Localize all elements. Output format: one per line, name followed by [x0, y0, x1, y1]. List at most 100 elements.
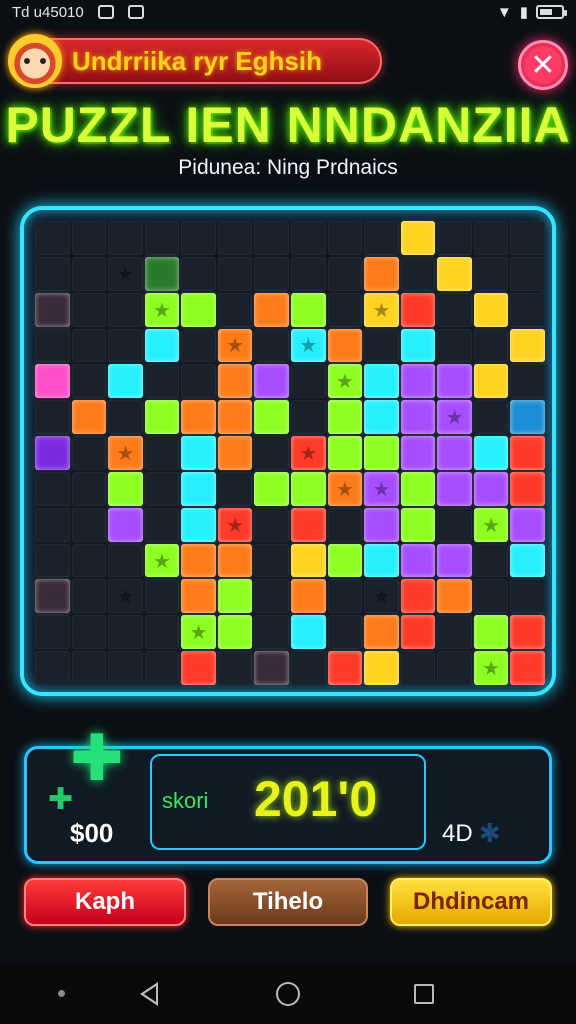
empty-cell[interactable]	[35, 507, 70, 542]
puzzle-tile[interactable]	[254, 364, 289, 399]
empty-cell[interactable]	[473, 579, 509, 614]
puzzle-tile[interactable]	[291, 543, 326, 578]
puzzle-tile[interactable]	[437, 364, 472, 399]
puzzle-tile[interactable]	[364, 615, 399, 650]
puzzle-tile[interactable]	[400, 507, 436, 542]
empty-cell[interactable]	[144, 507, 180, 542]
empty-cell[interactable]	[254, 615, 289, 650]
puzzle-tile[interactable]: ★	[144, 292, 180, 327]
puzzle-tile[interactable]	[473, 292, 509, 327]
empty-cell[interactable]	[327, 615, 363, 650]
empty-cell[interactable]	[254, 256, 289, 291]
empty-cell[interactable]: ★	[108, 579, 143, 614]
empty-cell[interactable]	[71, 436, 107, 470]
puzzle-tile[interactable]: ★	[364, 471, 399, 506]
empty-cell[interactable]	[437, 507, 472, 542]
empty-cell[interactable]	[400, 651, 436, 685]
empty-cell[interactable]	[437, 328, 472, 363]
puzzle-tile[interactable]	[437, 436, 472, 470]
empty-cell[interactable]	[510, 256, 545, 291]
back-icon[interactable]	[140, 982, 158, 1006]
puzzle-tile[interactable]	[364, 436, 399, 470]
empty-cell[interactable]	[71, 507, 107, 542]
puzzle-tile[interactable]: ★	[291, 328, 326, 363]
puzzle-tile[interactable]	[400, 292, 436, 327]
empty-cell[interactable]	[144, 471, 180, 506]
puzzle-tile[interactable]	[254, 292, 289, 327]
empty-cell[interactable]	[108, 651, 143, 685]
empty-cell[interactable]	[71, 328, 107, 363]
empty-cell[interactable]	[35, 328, 70, 363]
empty-cell[interactable]	[144, 615, 180, 650]
empty-cell[interactable]	[437, 292, 472, 327]
empty-cell[interactable]	[108, 221, 143, 255]
empty-cell[interactable]	[144, 436, 180, 470]
empty-cell[interactable]	[35, 400, 70, 435]
puzzle-board[interactable]: ★ ★ ★ ★ ★ ★ ★ ★ ★ ★ ★ ★ ★ ★ ★ ★ ★ ★	[20, 206, 556, 696]
empty-cell[interactable]	[108, 328, 143, 363]
puzzle-tile[interactable]	[400, 400, 436, 435]
puzzle-tile[interactable]	[291, 579, 326, 614]
empty-cell[interactable]	[437, 615, 472, 650]
empty-cell[interactable]	[510, 221, 545, 255]
empty-cell[interactable]	[291, 651, 326, 685]
puzzle-tile[interactable]	[144, 256, 180, 291]
puzzle-tile[interactable]	[364, 543, 399, 578]
puzzle-tile[interactable]	[254, 400, 289, 435]
empty-cell[interactable]	[217, 292, 253, 327]
empty-cell[interactable]	[473, 256, 509, 291]
puzzle-tile[interactable]: ★	[364, 292, 399, 327]
empty-cell[interactable]	[291, 256, 326, 291]
puzzle-tile[interactable]	[144, 400, 180, 435]
puzzle-tile[interactable]	[510, 471, 545, 506]
empty-cell[interactable]	[400, 256, 436, 291]
puzzle-tile[interactable]	[181, 579, 216, 614]
puzzle-tile[interactable]	[327, 436, 363, 470]
empty-cell[interactable]	[291, 221, 326, 255]
empty-cell[interactable]	[327, 579, 363, 614]
puzzle-tile[interactable]	[437, 579, 472, 614]
puzzle-tile[interactable]	[217, 579, 253, 614]
puzzle-tile[interactable]	[510, 436, 545, 470]
empty-cell[interactable]	[510, 579, 545, 614]
empty-cell[interactable]	[327, 256, 363, 291]
puzzle-tile[interactable]	[400, 579, 436, 614]
puzzle-tile[interactable]	[217, 436, 253, 470]
empty-cell[interactable]	[437, 651, 472, 685]
puzzle-tile[interactable]	[181, 436, 216, 470]
puzzle-tile[interactable]: ★	[473, 651, 509, 685]
empty-cell[interactable]	[327, 221, 363, 255]
empty-cell[interactable]	[217, 221, 253, 255]
puzzle-tile[interactable]: ★	[217, 328, 253, 363]
empty-cell[interactable]	[291, 364, 326, 399]
puzzle-tile[interactable]: ★	[108, 436, 143, 470]
puzzle-tile[interactable]	[473, 615, 509, 650]
empty-cell[interactable]	[108, 292, 143, 327]
empty-cell[interactable]	[364, 328, 399, 363]
empty-cell[interactable]	[71, 471, 107, 506]
empty-cell[interactable]	[181, 256, 216, 291]
puzzle-tile[interactable]	[510, 507, 545, 542]
empty-cell[interactable]	[144, 364, 180, 399]
puzzle-tile[interactable]	[400, 221, 436, 255]
empty-cell[interactable]	[510, 292, 545, 327]
puzzle-tile[interactable]	[254, 471, 289, 506]
puzzle-tile[interactable]	[400, 471, 436, 506]
puzzle-tile[interactable]	[144, 328, 180, 363]
puzzle-tile[interactable]	[400, 436, 436, 470]
puzzle-tile[interactable]	[400, 615, 436, 650]
empty-cell[interactable]	[254, 436, 289, 470]
empty-cell[interactable]	[254, 579, 289, 614]
red-button[interactable]: Kaph	[24, 878, 186, 926]
puzzle-tile[interactable]	[364, 400, 399, 435]
puzzle-tile[interactable]	[181, 400, 216, 435]
puzzle-tile[interactable]	[217, 615, 253, 650]
empty-cell[interactable]	[144, 579, 180, 614]
puzzle-tile[interactable]	[327, 400, 363, 435]
empty-cell[interactable]	[181, 221, 216, 255]
puzzle-tile[interactable]	[181, 292, 216, 327]
empty-cell[interactable]	[35, 221, 70, 255]
empty-cell[interactable]	[144, 221, 180, 255]
empty-cell[interactable]	[35, 615, 70, 650]
puzzle-tile[interactable]	[510, 615, 545, 650]
